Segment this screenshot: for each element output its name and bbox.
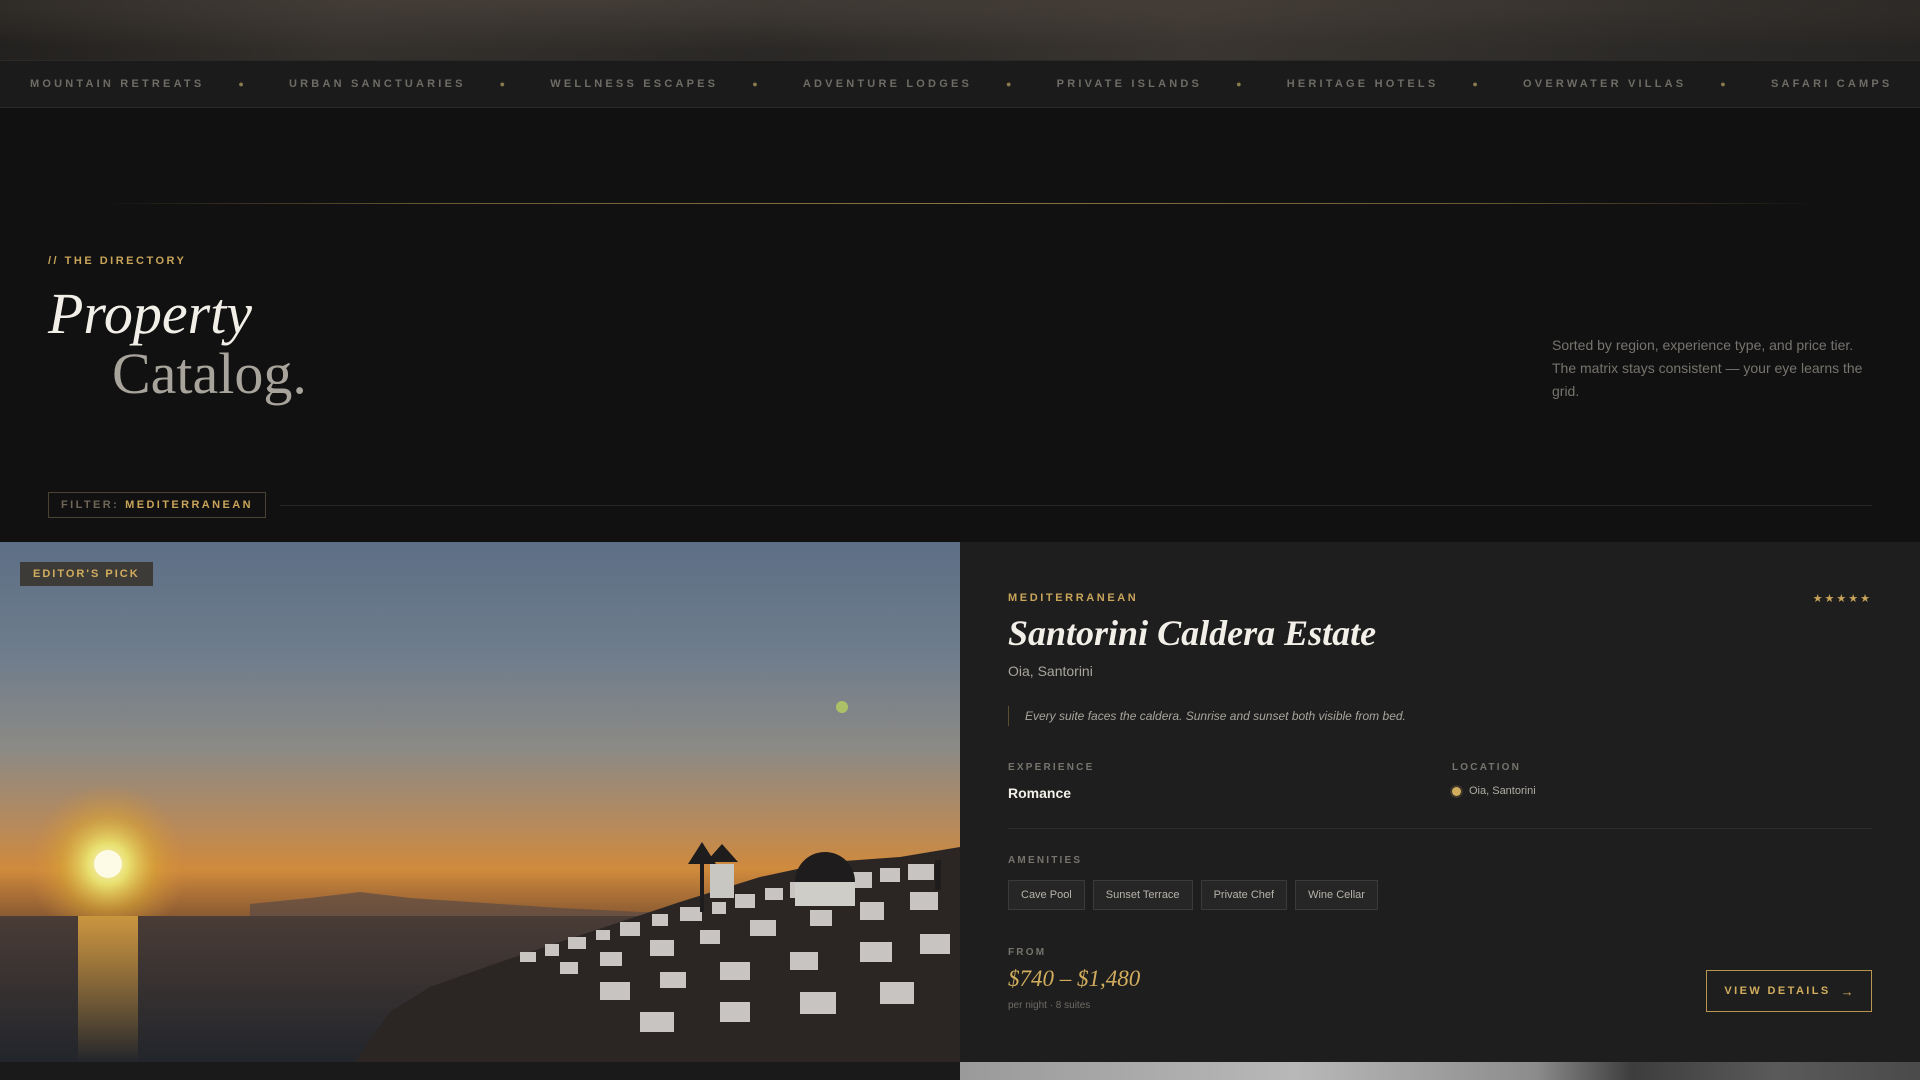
property-photo: EDITOR'S PICK xyxy=(0,542,960,1062)
bullet-separator-icon: ● xyxy=(238,79,248,89)
filter-chip[interactable]: FILTER: MEDITERRANEAN xyxy=(48,492,266,518)
hero-image-strip xyxy=(0,0,1920,60)
next-card-edge-left xyxy=(0,1062,960,1080)
property-card: EDITOR'S PICK MEDITERRANEAN ★★★★★ Santor… xyxy=(0,542,1920,1062)
section-eyebrow: // THE DIRECTORY xyxy=(48,255,187,267)
bullet-separator-icon: ● xyxy=(1472,79,1482,89)
intro-text: Sorted by region, experience type, and p… xyxy=(1552,337,1863,399)
price-label: FROM xyxy=(1008,947,1047,958)
property-location: Oia, Santorini xyxy=(1008,663,1093,679)
location-label: LOCATION xyxy=(1452,762,1522,773)
amenities-list: Cave Pool Sunset Terrace Private Chef Wine … xyxy=(1008,880,1378,910)
amenity-tag: Cave Pool xyxy=(1008,880,1085,910)
view-details-button[interactable]: VIEW DETAILS → xyxy=(1706,970,1872,1012)
bullet-separator-icon: ● xyxy=(1236,79,1245,89)
location-value-row: Oia, Santorini xyxy=(1452,785,1536,797)
category-nav-item[interactable]: WELLNESS ESCAPES ● xyxy=(550,78,803,90)
category-nav-label: URBAN SANCTUARIES xyxy=(289,78,466,90)
arrow-right-icon: → xyxy=(1840,983,1854,999)
category-nav-label: SAFARI CAMPS xyxy=(1770,78,1893,90)
property-details: MEDITERRANEAN ★★★★★ Santorini Caldera Es… xyxy=(960,542,1920,1062)
category-nav-item[interactable]: MOUNTAIN RETREATS ● xyxy=(30,78,289,90)
gold-divider xyxy=(100,203,1820,204)
category-nav-item[interactable]: URBAN SANCTUARIES ● xyxy=(289,78,550,90)
bullet-separator-icon: ● xyxy=(752,79,761,89)
amenity-tag: Wine Cellar xyxy=(1295,880,1378,910)
bullet-separator-icon: ● xyxy=(1006,79,1015,89)
category-nav-item[interactable]: ADVENTURE LODGES ● xyxy=(803,78,1057,90)
price-note: per night · 8 suites xyxy=(1008,1000,1091,1011)
filter-divider xyxy=(280,505,1872,506)
filter-row: FILTER: MEDITERRANEAN xyxy=(48,492,1872,518)
bullet-separator-icon: ● xyxy=(499,79,509,89)
location-dot-icon xyxy=(1452,786,1461,796)
category-nav-item[interactable]: HERITAGE HOTELS ● xyxy=(1287,78,1523,90)
star-rating-icon: ★★★★★ xyxy=(1812,593,1872,605)
experience-label: EXPERIENCE xyxy=(1008,762,1095,773)
amenity-tag: Private Chef xyxy=(1200,880,1288,910)
category-nav-item[interactable]: PRIVATE ISLANDS ● xyxy=(1057,78,1287,90)
category-nav-label: MOUNTAIN RETREATS xyxy=(30,78,205,90)
editors-pick-badge: EDITOR'S PICK xyxy=(20,562,153,586)
property-name: Santorini Caldera Estate xyxy=(1008,613,1377,653)
amenity-tag: Sunset Terrace xyxy=(1092,880,1193,910)
page-title-line1: Property xyxy=(48,281,253,346)
category-nav-label: ADVENTURE LODGES xyxy=(802,78,973,90)
view-details-label: VIEW DETAILS xyxy=(1724,985,1831,997)
category-nav-label: OVERWATER VILLAS xyxy=(1523,78,1687,90)
property-quote: Every suite faces the caldera. Sunrise a… xyxy=(1008,706,1406,726)
experience-value: Romance xyxy=(1008,785,1072,801)
property-region: MEDITERRANEAN xyxy=(1008,592,1139,604)
next-card-photo-edge xyxy=(960,1062,1920,1080)
santorini-sunset-illustration xyxy=(0,701,960,1062)
category-nav-item[interactable]: OVERWATER VILLAS ● xyxy=(1523,78,1771,90)
location-value: Oia, Santorini xyxy=(1469,785,1536,797)
category-nav-label: PRIVATE ISLANDS xyxy=(1056,78,1203,90)
category-nav-item[interactable]: SAFARI CAMPS● xyxy=(1771,78,1920,90)
amenities-label: AMENITIES xyxy=(1008,855,1083,866)
filter-label: FILTER: xyxy=(61,499,120,511)
category-nav-label: HERITAGE HOTELS xyxy=(1286,78,1439,90)
category-nav-label: WELLNESS ESCAPES xyxy=(550,78,719,90)
price-range: $740 – $1,480 xyxy=(1008,966,1141,991)
bullet-separator-icon: ● xyxy=(1720,79,1729,89)
filter-value: MEDITERRANEAN xyxy=(125,499,253,511)
page-title-line2: Catalog. xyxy=(112,341,307,406)
category-marquee: MOUNTAIN RETREATS ● URBAN SANCTUARIES ● WELL… xyxy=(0,60,1920,108)
details-divider xyxy=(1008,828,1872,829)
